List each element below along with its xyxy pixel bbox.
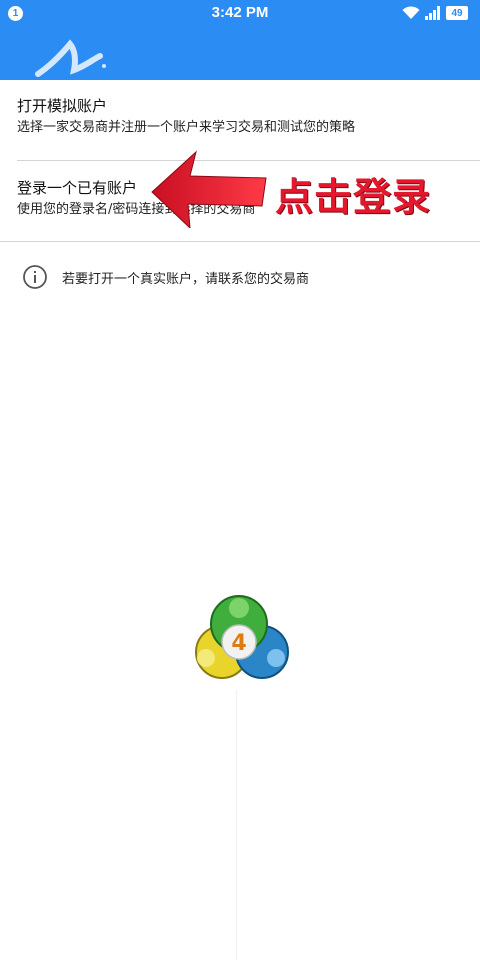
signal-icon bbox=[425, 6, 440, 20]
open-demo-account-option[interactable]: 打开模拟账户 选择一家交易商并注册一个账户来学习交易和测试您的策略 bbox=[0, 96, 480, 137]
app-toolbar bbox=[0, 28, 480, 80]
demo-account-description: 选择一家交易商并注册一个账户来学习交易和测试您的策略 bbox=[17, 120, 356, 135]
status-bar: 1 3:42 PM 49 bbox=[0, 0, 480, 28]
logo-number: 4 bbox=[231, 631, 246, 656]
red-arrow-icon bbox=[151, 150, 267, 228]
blurred-toolbar-area bbox=[35, 39, 106, 77]
wifi-icon bbox=[402, 6, 420, 19]
click-login-annotation: 点击登录 bbox=[275, 175, 432, 219]
metatrader-4-logo: 4 bbox=[195, 595, 289, 679]
battery-icon: 49 bbox=[446, 6, 468, 20]
divider bbox=[236, 690, 237, 960]
divider bbox=[0, 241, 480, 242]
info-icon bbox=[23, 265, 47, 289]
real-account-info: 若要打开一个真实账户，请联系您的交易商 bbox=[22, 264, 462, 290]
demo-account-title: 打开模拟账户 bbox=[17, 97, 108, 115]
info-text: 若要打开一个真实账户，请联系您的交易商 bbox=[62, 272, 310, 287]
